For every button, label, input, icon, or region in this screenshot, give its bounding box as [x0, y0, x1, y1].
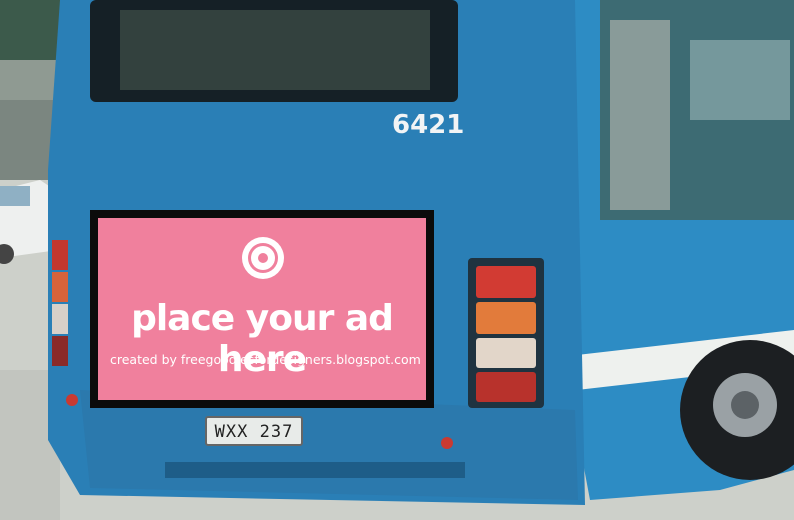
ad-billboard: place your ad here created by freegoodie… [90, 210, 434, 408]
license-plate: WXX 237 [205, 416, 303, 446]
right-reflector [441, 437, 453, 449]
left-reflector [66, 394, 78, 406]
ad-headline: place your ad here [131, 298, 394, 380]
fleet-number: 6421 [392, 110, 465, 140]
license-plate-text: WXX 237 [214, 422, 294, 442]
right-tail-lights [468, 258, 544, 408]
ad-credit: created by freegoodiesfordesigners.blogs… [110, 352, 421, 367]
photo-scene: 6421 place your ad here created by freeg… [0, 0, 794, 520]
ad-panel: place your ad here created by freegoodie… [98, 218, 426, 400]
donut-icon [242, 237, 284, 279]
